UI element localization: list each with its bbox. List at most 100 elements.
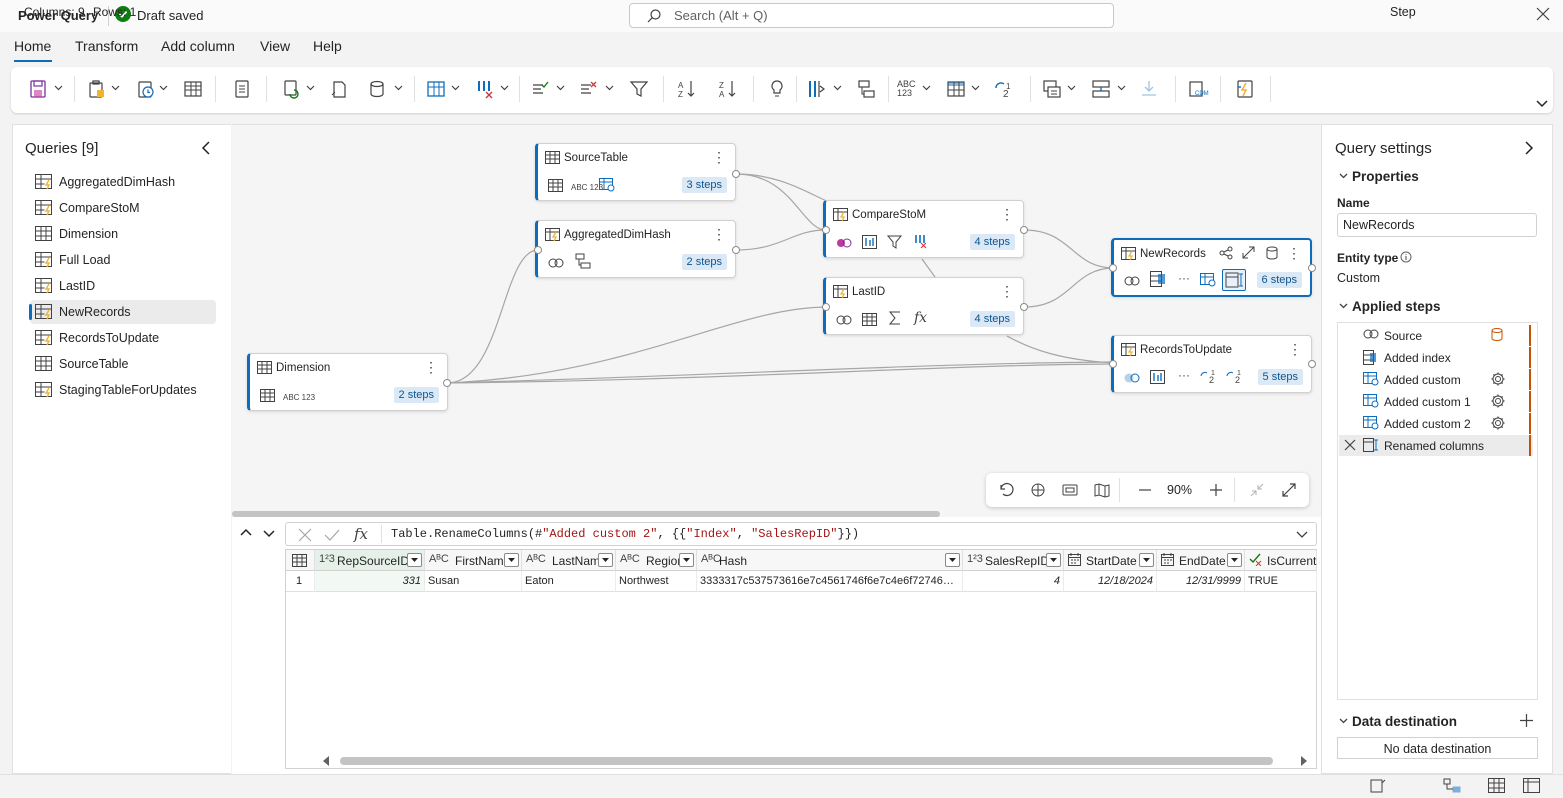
chevron-down-icon[interactable] (679, 553, 694, 567)
column-header[interactable]: AᴮC LastName (522, 550, 616, 571)
chevron-down-icon[interactable] (159, 85, 168, 91)
column-header[interactable]: AᴮC FirstName (425, 550, 522, 571)
applied-step[interactable]: Added custom 1 (1339, 391, 1533, 412)
row-number[interactable]: 1 (286, 571, 315, 592)
chevron-up-icon[interactable] (240, 528, 252, 536)
replace-values-icon[interactable]: 21 (993, 78, 1015, 100)
tab-help[interactable]: Help (313, 38, 342, 54)
expand-icon[interactable] (1281, 482, 1297, 498)
chevron-down-icon[interactable] (833, 85, 842, 91)
text-type-icon[interactable]: AᴮC (620, 553, 640, 565)
query-item[interactable]: Dimension (30, 222, 216, 246)
query-card-dimension[interactable]: Dimension ⋮ ABC 123 2 steps (247, 353, 448, 411)
gear-icon[interactable] (1490, 415, 1506, 431)
query-card-recordstoupdate[interactable]: RecordsToUpdate ⋮ ··· 21 21 5 steps (1111, 335, 1312, 393)
remove-columns-icon[interactable] (474, 78, 496, 100)
connector-port[interactable] (1109, 360, 1117, 368)
connector-port[interactable] (822, 303, 830, 311)
query-card-aggregateddimhash[interactable]: AggregatedDimHash ⋮ 2 steps (535, 220, 736, 278)
chevron-down-icon[interactable] (1339, 173, 1348, 179)
table-cell[interactable]: TRUE (1245, 571, 1317, 592)
chevron-down-icon[interactable] (605, 85, 614, 91)
zoom-out-icon[interactable] (1137, 482, 1153, 498)
enter-data-icon[interactable] (182, 78, 204, 100)
chevron-down-icon[interactable] (1067, 85, 1076, 91)
query-item[interactable]: AggregatedDimHash (30, 170, 216, 194)
more-options-icon[interactable]: ⋮ (424, 360, 438, 374)
merge-queries-icon[interactable] (1041, 78, 1063, 100)
column-header[interactable]: AᴮC Hash (697, 550, 963, 571)
collapse-icon[interactable] (1249, 482, 1265, 498)
diagram-view-icon[interactable] (1443, 778, 1461, 794)
undo-icon[interactable] (998, 482, 1014, 498)
step-icon[interactable] (1370, 779, 1386, 793)
chevron-down-icon[interactable] (54, 85, 63, 91)
chevron-down-icon[interactable] (1117, 85, 1126, 91)
expand-icon[interactable] (1242, 246, 1255, 259)
column-header[interactable]: 1²3 RepSourceID (315, 550, 425, 571)
cancel-icon[interactable] (298, 528, 312, 542)
properties-section-title[interactable]: Properties (1352, 169, 1419, 184)
chevron-down-icon[interactable] (922, 85, 931, 91)
schema-view-icon[interactable] (1523, 778, 1540, 793)
column-header[interactable]: AᴮC Region (616, 550, 697, 571)
step-button[interactable]: Step (1390, 5, 1416, 19)
table-cell[interactable]: Northwest (616, 571, 697, 592)
applied-step[interactable]: Added custom 2 (1339, 413, 1533, 434)
applied-steps-section-title[interactable]: Applied steps (1352, 299, 1441, 314)
options-icon[interactable] (231, 78, 253, 100)
table-cell[interactable]: Susan (425, 571, 522, 592)
column-header[interactable]: StartDate (1064, 550, 1157, 571)
query-item[interactable]: NewRecords (30, 300, 216, 324)
lightbulb-icon[interactable] (766, 78, 788, 100)
zoom-in-icon[interactable] (1208, 482, 1224, 498)
combine-files-icon[interactable] (1138, 78, 1160, 100)
query-card-lastid[interactable]: LastID ⋮ fx 4 steps (823, 277, 1024, 335)
query-card-comparestom[interactable]: CompareStoM ⋮ 4 steps (823, 200, 1024, 258)
column-header[interactable]: EndDate (1157, 550, 1245, 571)
sort-descending-icon[interactable]: ZA (717, 78, 739, 100)
minimap-icon[interactable] (1094, 482, 1110, 498)
more-options-icon[interactable]: ⋮ (1288, 342, 1302, 356)
chevron-down-icon[interactable] (945, 553, 960, 567)
chevron-down-icon[interactable] (306, 85, 315, 91)
function-icon[interactable]: fx (354, 525, 368, 543)
text-type-icon[interactable]: AᴮC (429, 553, 449, 565)
data-grid[interactable]: 1²3 RepSourceID AᴮC FirstName AᴮC LastName AᴮC… (285, 549, 1317, 769)
chevron-down-icon[interactable] (1296, 531, 1308, 539)
table-cell[interactable]: Eaton (522, 571, 616, 592)
tab-add-column[interactable]: Add column (161, 38, 235, 54)
chevron-down-icon[interactable] (556, 85, 565, 91)
query-card-newrecords[interactable]: NewRecords ⋮ ··· 6 steps (1111, 238, 1312, 297)
database-icon[interactable] (1265, 246, 1279, 260)
no-data-destination[interactable]: No data destination (1337, 737, 1538, 759)
connector-port[interactable] (443, 379, 451, 387)
chevron-down-icon[interactable] (1339, 718, 1348, 724)
number-type-icon[interactable]: 1²3 (967, 553, 983, 565)
chevron-down-icon[interactable] (971, 85, 980, 91)
table-view-icon[interactable] (1488, 778, 1505, 793)
logical-type-icon[interactable] (1249, 553, 1263, 566)
chevron-down-icon[interactable] (263, 530, 275, 538)
chevron-down-icon[interactable] (451, 85, 460, 91)
scroll-left-icon[interactable] (322, 756, 330, 766)
applied-step[interactable]: Added custom (1339, 369, 1533, 390)
connector-port[interactable] (1020, 303, 1028, 311)
table-cell[interactable]: 12/18/2024 (1064, 571, 1157, 592)
group-by-icon[interactable] (856, 78, 878, 100)
properties-icon[interactable] (328, 78, 350, 100)
get-data-icon[interactable] (86, 78, 108, 100)
tab-home[interactable]: Home (14, 38, 51, 54)
query-item[interactable]: CompareStoM (30, 196, 216, 220)
more-options-icon[interactable]: ⋮ (1000, 207, 1014, 221)
database-warning-icon[interactable] (1490, 327, 1506, 343)
chevron-down-icon[interactable] (1227, 553, 1242, 567)
connector-port[interactable] (732, 246, 740, 254)
chevron-down-icon[interactable] (598, 553, 613, 567)
filter-icon[interactable] (628, 78, 650, 100)
query-item[interactable]: Full Load (30, 248, 216, 272)
text-type-icon[interactable]: AᴮC (526, 553, 546, 565)
save-icon[interactable] (28, 78, 50, 100)
scroll-right-icon[interactable] (1300, 756, 1308, 766)
query-item[interactable]: SourceTable (30, 352, 216, 376)
